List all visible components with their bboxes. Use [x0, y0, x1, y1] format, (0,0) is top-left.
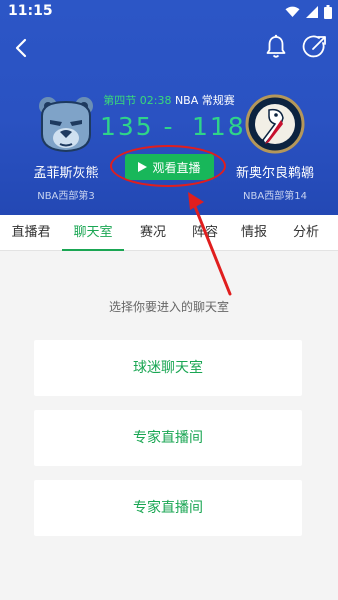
expert-room-button[interactable]: 专家直播间 [34, 480, 302, 536]
status-bar: 11:15 [0, 0, 338, 24]
chatroom-prompt: 选择你要进入的聊天室 [108, 300, 229, 314]
battery-icon [324, 5, 332, 19]
home-team[interactable]: 孟菲斯灰熊 NBA西部第3 [18, 94, 114, 202]
status-icons [285, 4, 332, 20]
share-icon[interactable] [302, 34, 328, 60]
tab-chatroom[interactable]: 聊天室 [62, 215, 124, 251]
wifi-icon [285, 6, 300, 17]
signal-icon [306, 6, 318, 18]
away-score: 118 [192, 112, 246, 141]
match-league: NBA 常规赛 [174, 94, 235, 107]
tab-match-status[interactable]: 赛况 [124, 215, 182, 251]
tab-bar: 直播君 聊天室 赛况 阵容 情报 分析 [0, 215, 338, 251]
bell-icon[interactable] [264, 34, 288, 60]
fan-chatroom-button[interactable]: 球迷聊天室 [34, 340, 302, 396]
match-period: 第四节 02:38 [103, 94, 172, 107]
active-tab-indicator [62, 249, 124, 251]
tab-analysis[interactable]: 分析 [280, 215, 332, 251]
expert-room-button[interactable]: 专家直播间 [34, 410, 302, 466]
match-meta: 第四节 02:38 NBA 常规赛 [0, 92, 338, 108]
away-team[interactable]: 新奥尔良鹈鹕 NBA西部第14 [225, 94, 325, 202]
annotation-arrow [188, 192, 232, 296]
match-header: 11:15 孟菲斯灰熊 NBA西部第3 新奥尔良鹈鹕 NBA西部第14 第四节 … [0, 0, 338, 215]
status-time: 11:15 [8, 3, 53, 19]
home-team-rank: NBA西部第3 [37, 191, 95, 202]
away-team-rank: NBA西部第14 [243, 191, 307, 202]
score-separator: - [163, 112, 175, 141]
away-team-name: 新奥尔良鹈鹕 [235, 166, 314, 181]
back-icon[interactable] [10, 36, 34, 60]
home-team-name: 孟菲斯灰熊 [33, 166, 99, 181]
tab-live-host[interactable]: 直播君 [0, 215, 62, 251]
annotation-circle [110, 145, 226, 187]
